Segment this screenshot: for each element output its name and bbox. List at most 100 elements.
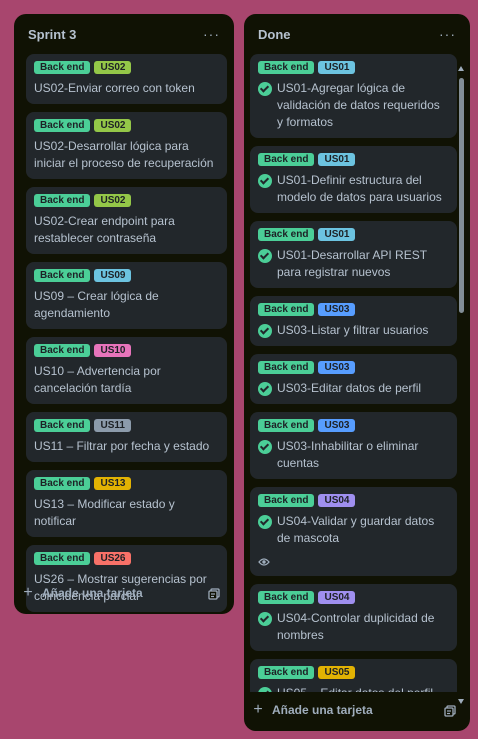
card-title: US03-Inhabilitar o eliminar cuentas xyxy=(277,439,419,470)
add-card-group: + Añade una tarjeta xyxy=(251,702,373,718)
card-template-icon[interactable] xyxy=(208,587,220,600)
list-menu-icon[interactable]: ··· xyxy=(203,27,220,41)
card[interactable]: Back end US10 US10 – Advertencia por cance… xyxy=(26,337,227,404)
card-label[interactable]: US26 xyxy=(94,552,132,565)
scrollbar-thumb[interactable] xyxy=(459,78,464,313)
card-title: US03-Listar y filtrar usuarios xyxy=(277,323,429,337)
check-circle-icon[interactable] xyxy=(258,687,272,692)
card-label[interactable]: Back end xyxy=(258,361,315,374)
card-label[interactable]: Back end xyxy=(258,228,315,241)
card[interactable]: Back end US04 US04-Validar y guardar datos… xyxy=(250,487,457,576)
check-circle-icon[interactable] xyxy=(258,440,272,454)
card-label[interactable]: Back end xyxy=(258,153,315,166)
card-container: Back end US02 US02-Enviar correo con token… xyxy=(14,54,234,620)
card-labels: Back end US04 xyxy=(258,591,449,604)
check-circle-icon[interactable] xyxy=(258,612,272,626)
card-title-row: US05 – Editar datos del perfil de mascot… xyxy=(258,685,449,692)
card-label[interactable]: Back end xyxy=(34,119,91,132)
card[interactable]: Back end US09 US09 – Crear lógica de agend… xyxy=(26,262,227,329)
card[interactable]: Back end US13 US13 – Modificar estado y no… xyxy=(26,470,227,537)
scrollbar[interactable] xyxy=(457,66,465,704)
card-label[interactable]: Back end xyxy=(258,591,315,604)
card-labels: Back end US26 xyxy=(34,552,219,565)
check-circle-icon[interactable] xyxy=(258,82,272,96)
card-title-row: US01-Definir estructura del modelo de da… xyxy=(258,172,449,206)
card[interactable]: Back end US03 US03-Editar datos de perfil xyxy=(250,354,457,404)
card-labels: Back end US05 xyxy=(258,666,449,679)
card-label[interactable]: Back end xyxy=(258,494,315,507)
card-label[interactable]: US03 xyxy=(318,303,356,316)
card-template-icon[interactable] xyxy=(444,704,456,717)
card-label[interactable]: US04 xyxy=(318,591,356,604)
card-label[interactable]: US03 xyxy=(318,419,356,432)
card-title: US04-Validar y guardar datos de mascota xyxy=(277,514,435,545)
card[interactable]: Back end US03 US03-Inhabilitar o eliminar … xyxy=(250,412,457,479)
card-labels: Back end US03 xyxy=(258,361,449,374)
list-title[interactable]: Sprint 3 xyxy=(25,27,76,42)
card-label[interactable]: Back end xyxy=(258,419,315,432)
card-label[interactable]: US03 xyxy=(318,361,356,374)
card-label[interactable]: US05 xyxy=(318,666,356,679)
card-title: US05 – Editar datos del perfil de mascot… xyxy=(277,685,449,692)
card[interactable]: Back end US02 US02-Crear endpoint para res… xyxy=(26,187,227,254)
card[interactable]: Back end US04 US04-Controlar duplicidad de… xyxy=(250,584,457,651)
card-label[interactable]: US01 xyxy=(318,61,356,74)
check-circle-icon[interactable] xyxy=(258,382,272,396)
add-card-label: Añade una tarjeta xyxy=(272,703,373,717)
card-labels: Back end US10 xyxy=(34,344,219,357)
card-title: US03-Editar datos de perfil xyxy=(277,381,422,395)
card-label[interactable]: Back end xyxy=(34,61,91,74)
card-title-row: US03-Listar y filtrar usuarios xyxy=(258,322,449,339)
card-label[interactable]: US02 xyxy=(94,119,132,132)
card-title: US02-Enviar correo con token xyxy=(34,81,195,95)
card-label[interactable]: Back end xyxy=(34,477,91,490)
card-label[interactable]: Back end xyxy=(34,552,91,565)
card-title: US04-Controlar duplicidad de nombres xyxy=(277,611,435,642)
card-title: US02-Crear endpoint para restablecer con… xyxy=(34,214,175,245)
card[interactable]: Back end US02 US02-Desarrollar lógica para… xyxy=(26,112,227,179)
card-label[interactable]: Back end xyxy=(34,269,91,282)
card-label[interactable]: Back end xyxy=(258,61,315,74)
card-label[interactable]: Back end xyxy=(258,666,315,679)
check-circle-icon[interactable] xyxy=(258,249,272,263)
check-circle-icon[interactable] xyxy=(258,324,272,338)
list-menu-icon[interactable]: ··· xyxy=(439,27,456,41)
check-circle-icon[interactable] xyxy=(258,515,272,529)
check-circle-icon[interactable] xyxy=(258,174,272,188)
card-label[interactable]: US02 xyxy=(94,61,132,74)
card[interactable]: Back end US01 US01-Definir estructura del … xyxy=(250,146,457,213)
card-label[interactable]: Back end xyxy=(34,419,91,432)
card-label[interactable]: US13 xyxy=(94,477,132,490)
card-label[interactable]: US10 xyxy=(94,344,132,357)
card-labels: Back end US01 xyxy=(258,153,449,166)
card-label[interactable]: US11 xyxy=(94,419,131,432)
plus-icon: + xyxy=(23,584,33,601)
card[interactable]: Back end US01 US01-Desarrollar API REST pa… xyxy=(250,221,457,288)
card-label[interactable]: Back end xyxy=(258,303,315,316)
scroll-up-icon[interactable] xyxy=(458,66,464,71)
card-label[interactable]: US02 xyxy=(94,194,132,207)
card[interactable]: Back endUS05 US05 – Editar datos del perf… xyxy=(250,659,457,692)
card-label[interactable]: Back end xyxy=(34,344,91,357)
list-done: Done ··· Back end US01 US01-Agregar lógica… xyxy=(244,14,470,731)
card-labels: Back end US02 xyxy=(34,194,219,207)
card-labels: Back end US09 xyxy=(34,269,219,282)
add-card-button[interactable]: + Añade una tarjeta xyxy=(244,696,470,724)
card-label[interactable]: US04 xyxy=(318,494,356,507)
card-title-row: US01-Desarrollar API REST para registrar… xyxy=(258,247,449,281)
card-labels: Back end US13 xyxy=(34,477,219,490)
card-label[interactable]: US01 xyxy=(318,228,356,241)
card[interactable]: Back end US03 US03-Listar y filtrar usuari… xyxy=(250,296,457,346)
card-label[interactable]: Back end xyxy=(34,194,91,207)
eye-icon xyxy=(258,555,449,569)
card[interactable]: Back end US11 US11 – Filtrar por fecha y e… xyxy=(26,412,227,462)
list-title[interactable]: Done xyxy=(255,27,291,42)
card-label[interactable]: US01 xyxy=(318,153,356,166)
card-labels: Back end US03 xyxy=(258,303,449,316)
add-card-button[interactable]: + Añade una tarjeta xyxy=(14,579,234,607)
card-label[interactable]: US09 xyxy=(94,269,132,282)
card-labels: Back end US11 xyxy=(34,419,219,432)
card[interactable]: Back end US01 US01-Agregar lógica de valid… xyxy=(250,54,457,138)
card[interactable]: Back end US02 US02-Enviar correo con token xyxy=(26,54,227,104)
card-labels: Back end US04 xyxy=(258,494,449,507)
